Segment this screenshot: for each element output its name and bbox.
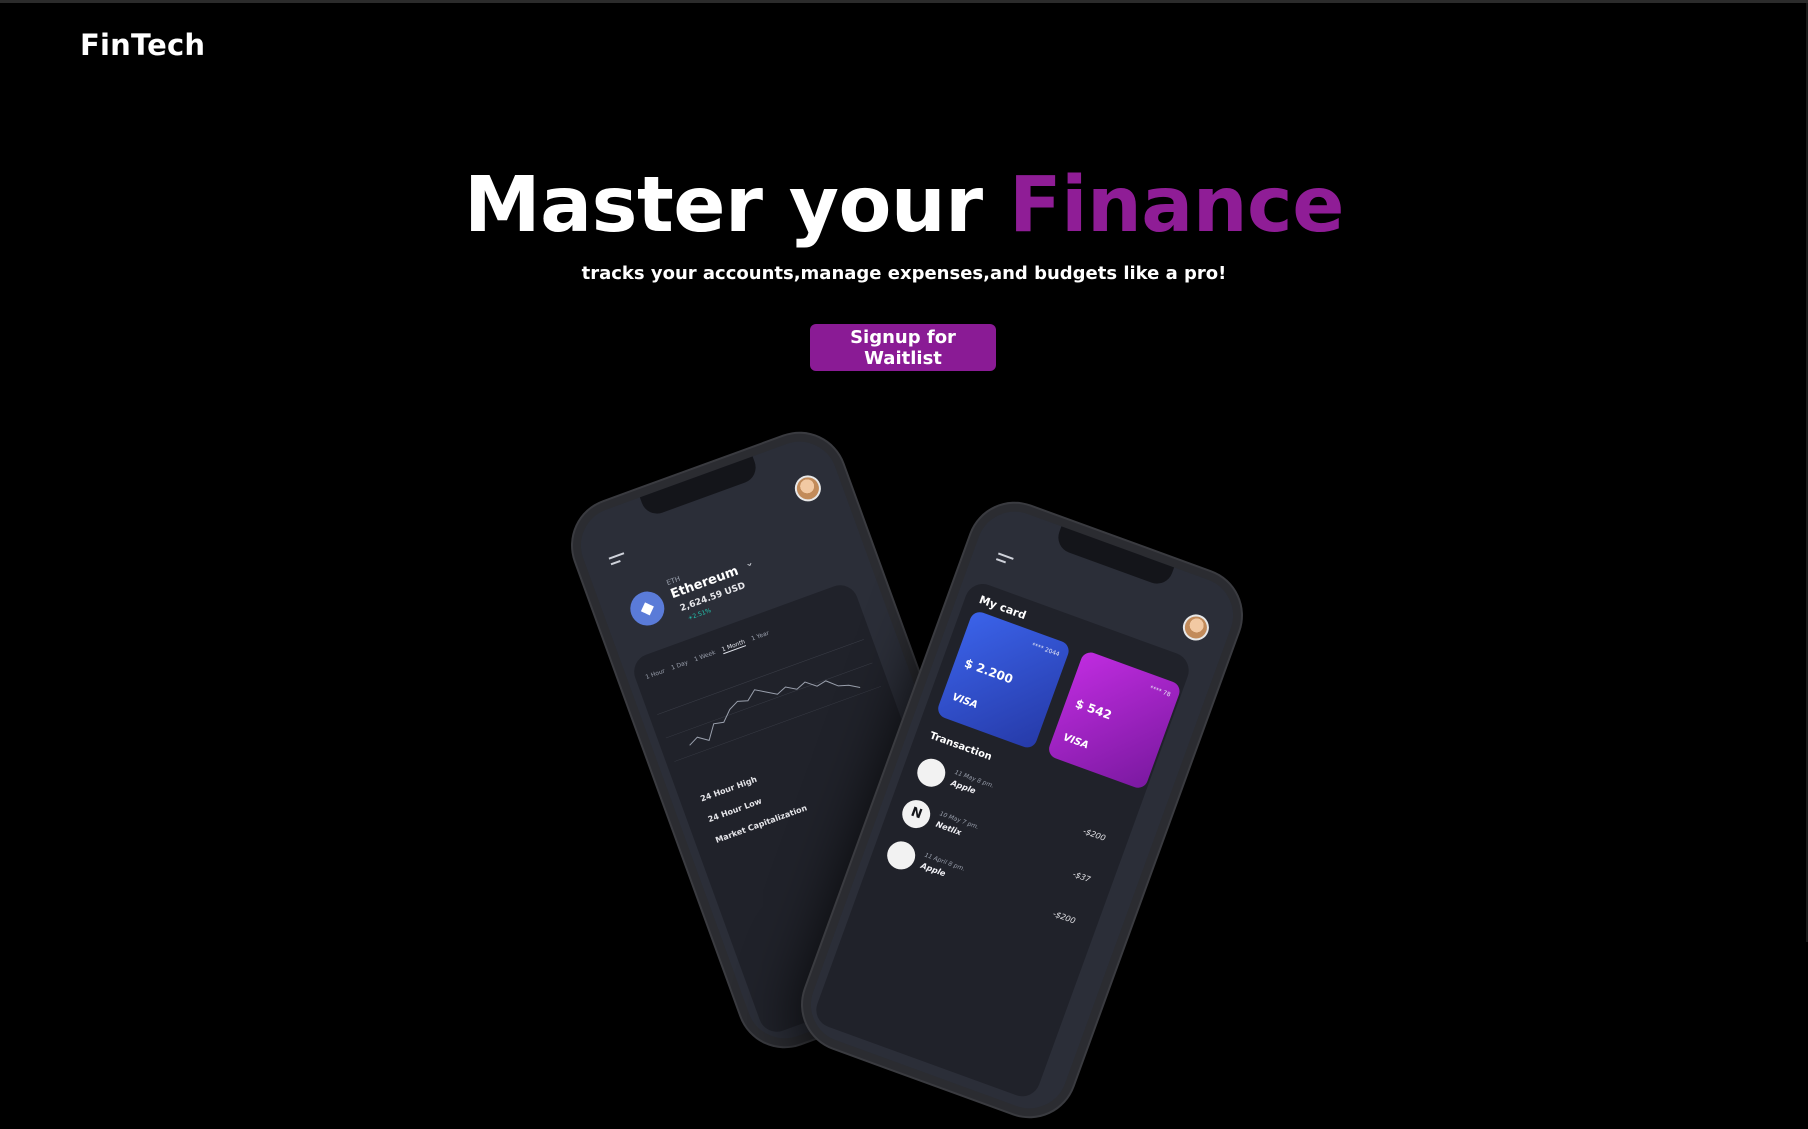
- avatar: [791, 471, 825, 506]
- window-top-border: [0, 0, 1808, 3]
- signup-waitlist-button[interactable]: Signup for Waitlist: [810, 324, 996, 371]
- card-number: **** 2044: [1030, 641, 1061, 659]
- menu-icon: [608, 552, 628, 569]
- card-amount: $ 542: [1073, 696, 1114, 723]
- menu-icon: [995, 552, 1014, 569]
- card-number: **** 78: [1148, 684, 1172, 699]
- chevron-down-icon: ⌄: [743, 556, 756, 571]
- site-logo[interactable]: FinTech: [80, 28, 205, 62]
- transaction-amount: -$200: [1051, 909, 1077, 926]
- card-amount: $ 2.200: [962, 656, 1015, 687]
- hero-title: Master your Finance: [0, 160, 1808, 252]
- phone-notch: [639, 454, 761, 519]
- transaction-amount: -$37: [1071, 869, 1092, 885]
- range-tab: 1 Year: [750, 629, 771, 643]
- stat-24h-low: 24 Hour Low: [706, 796, 763, 825]
- transaction-amount: -$200: [1081, 826, 1107, 843]
- range-tab-selected: 1 Month: [720, 638, 747, 655]
- range-tab: 1 Hour: [644, 667, 667, 682]
- hero-section: Master your Finance tracks your accounts…: [0, 160, 1808, 285]
- range-tab: 1 Week: [693, 649, 717, 664]
- hero-title-main: Master your: [464, 161, 1009, 250]
- hero-title-accent: Finance: [1008, 161, 1344, 250]
- ethereum-icon: ◆: [625, 586, 670, 631]
- price-line-chart: [657, 639, 882, 762]
- avatar: [1179, 610, 1213, 645]
- range-tab: 1 Day: [670, 659, 690, 672]
- phone-notch: [1053, 524, 1175, 589]
- visa-logo: VISA: [1061, 732, 1091, 752]
- visa-logo: VISA: [950, 691, 980, 712]
- hero-subtitle: tracks your accounts,manage expenses,and…: [581, 263, 1227, 284]
